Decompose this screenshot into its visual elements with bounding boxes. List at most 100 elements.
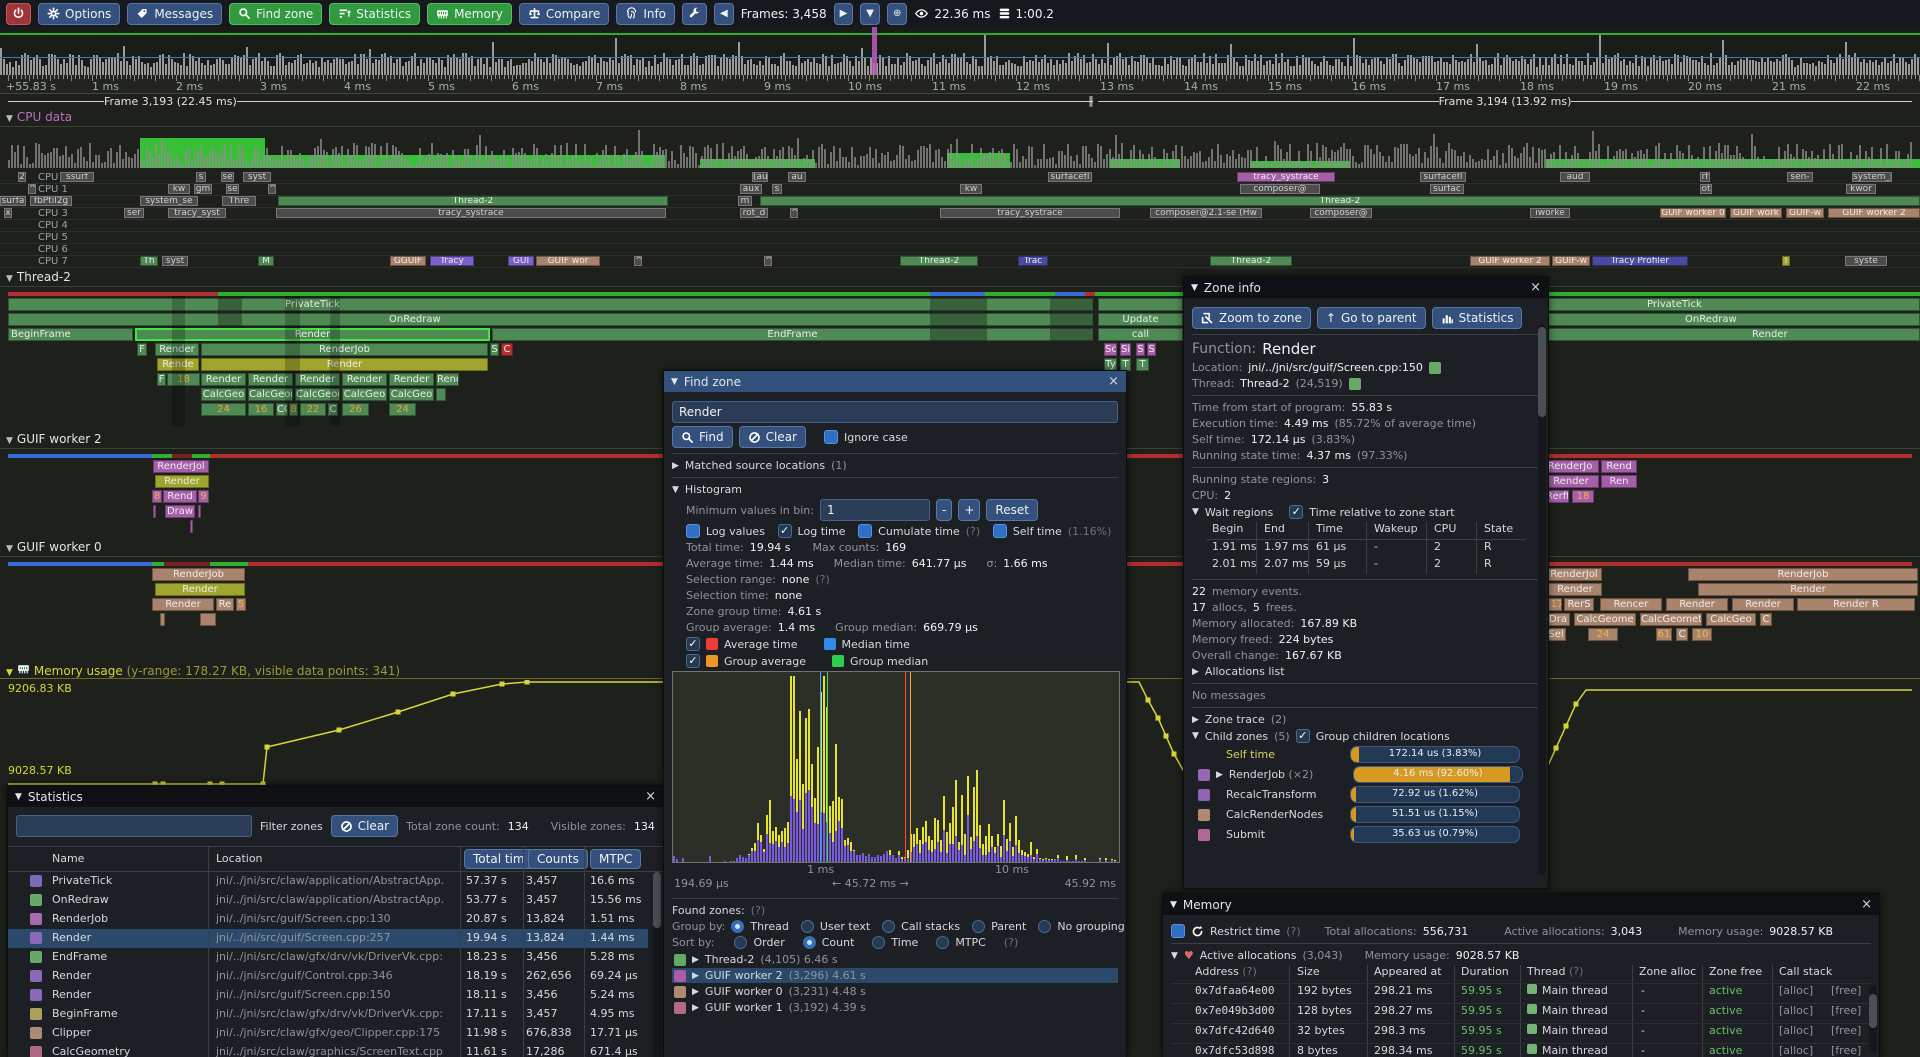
groupby-call-stacks[interactable] (882, 920, 895, 933)
cpu-zone[interactable]: syst (162, 256, 188, 266)
timeline-zone-22[interactable]: 22 (300, 403, 326, 416)
timeline-zone-t[interactable]: T (1136, 358, 1149, 371)
timeline-zone-privatetick[interactable]: PrivateTick (1546, 298, 1920, 311)
cpu-zone[interactable]: m (738, 196, 752, 206)
timeline-zone-26[interactable]: 26 (342, 403, 369, 416)
timeline-zone-unnamed[interactable] (198, 505, 201, 518)
timeline-zone-re[interactable]: Re (216, 598, 234, 611)
timeline-zone-dra[interactable]: Dra (1546, 613, 1570, 626)
find-button[interactable]: Find (672, 426, 733, 448)
timeline-zone-render[interactable]: Render (1543, 475, 1599, 488)
col-counts[interactable]: Counts (528, 849, 588, 869)
timeline-zone-61[interactable]: 61 (1656, 628, 1672, 641)
timeline-zone-render-r[interactable]: Render R (1797, 598, 1915, 611)
timeline-zone-renderjob[interactable]: RenderJob (1688, 568, 1918, 581)
clear-filter-button[interactable]: Clear (331, 815, 398, 837)
child-zone-renderjob[interactable]: ▶RenderJob (×2)4.16 ms (92.60%) (1198, 766, 1540, 783)
options-button[interactable]: Options (38, 3, 120, 25)
timeline-zone-unnamed[interactable] (218, 298, 242, 311)
memory-usage-section-header[interactable]: ▼Memory usage (y-range: 178.27 KB, visib… (6, 662, 400, 678)
messages-button[interactable]: Messages (127, 3, 222, 25)
timeline-zone-render[interactable]: Render (1732, 598, 1794, 611)
restrict-time-checkbox[interactable] (1171, 924, 1185, 938)
cpu-zone[interactable]: tracy_systrace (1237, 172, 1335, 182)
timeline-zone-unnamed[interactable] (1050, 313, 1092, 326)
find-zone-histogram[interactable] (672, 671, 1120, 863)
sortby-mtpc[interactable] (936, 936, 949, 949)
close-icon[interactable]: × (1108, 374, 1119, 389)
child-zone-submit[interactable]: Submit35.63 us (0.79%) (1198, 826, 1540, 843)
statistics-row-privatetick[interactable]: PrivateTickjni/../jni/src/claw/applicati… (8, 872, 648, 891)
find-zone-window-titlebar[interactable]: ▼Find zone× (664, 371, 1126, 392)
cpu-zone[interactable]: kw (960, 184, 982, 194)
cpu-zone[interactable]: GUIF-w (1552, 256, 1590, 266)
cpu-zone[interactable]: kwor (1846, 184, 1876, 194)
cpu-zone[interactable]: tracy_syst (168, 208, 226, 218)
cpu-zone[interactable]: s (772, 184, 782, 194)
legend-checkbox[interactable]: ✓ (686, 637, 700, 651)
cpu-zone[interactable]: GUIF-w (1786, 208, 1824, 218)
timeline-zone-renderjob[interactable]: RenderJob (152, 568, 245, 581)
cpu-zone[interactable]: ^ (764, 256, 772, 266)
timeline-zone-call[interactable]: call (1098, 328, 1183, 341)
cpu-zone[interactable]: Thread-2 (1210, 256, 1292, 266)
cpu-zone[interactable]: surfacefl (1420, 172, 1466, 182)
timeline-zone-f[interactable]: F (137, 343, 147, 356)
timeline-zone-calcgeo[interactable]: CalcGeo (342, 388, 387, 401)
statistics-button[interactable]: Statistics (329, 3, 420, 25)
cpu-zone[interactable]: Thread-2 (278, 196, 668, 206)
timeline-zone-rend[interactable]: Rend (163, 490, 197, 503)
timeline-zone-sel[interactable]: Sel (1546, 628, 1566, 641)
cpu-zone[interactable]: surfa (0, 196, 26, 206)
cpu-zone[interactable]: Thread-2 (760, 196, 1920, 206)
tools-button[interactable] (682, 3, 707, 25)
compare-button[interactable]: Compare (519, 3, 609, 25)
cpu-zone[interactable]: au (788, 172, 806, 182)
timeline-zone-c[interactable]: C (1676, 628, 1688, 641)
cpu-zone[interactable]: Trac (1018, 256, 1048, 266)
timeline-zone-calcgeo[interactable]: CalcGeo (389, 388, 434, 401)
timeline-zone-render[interactable]: Render (389, 373, 434, 386)
check-log-values[interactable] (686, 524, 700, 538)
allocation-row[interactable]: 0x7dfaa64e00192 bytes298.21 ms59.95 sMai… (1171, 983, 1871, 1003)
statistics-row-beginframe[interactable]: BeginFramejni/../jni/src/claw/gfx/drv/vk… (8, 1005, 648, 1024)
check-log-time[interactable]: ✓ (778, 524, 792, 538)
frame-time-graph[interactable] (0, 27, 1920, 75)
sortby-time[interactable] (872, 936, 885, 949)
cpu-zone[interactable]: ^ (634, 256, 642, 266)
timeline-zone-calcgeome[interactable]: CalcGeome (1574, 613, 1636, 626)
col-name[interactable]: Name (52, 852, 84, 865)
timeline-zone-beginframe[interactable]: BeginFrame (8, 328, 133, 341)
info-button[interactable]: Info (616, 3, 675, 25)
timeline-zone-18[interactable]: 18 (1572, 490, 1594, 503)
cpu-zone[interactable]: GUI (508, 256, 534, 266)
child-zone-recalctransform[interactable]: RecalcTransform72.92 us (1.62%) (1198, 786, 1540, 803)
cpu-zone[interactable]: rf (1700, 172, 1710, 182)
timeline-zone-renderjol[interactable]: RenderJol (153, 460, 209, 473)
cpu-zone[interactable]: aud (1560, 172, 1590, 182)
cpu-zone[interactable]: ^ (28, 184, 36, 194)
next-frame-button[interactable]: ▶ (834, 3, 854, 25)
ignore-case-checkbox[interactable] (824, 430, 838, 444)
timeline-zone-unnamed[interactable] (153, 505, 156, 518)
frame-dropdown-button[interactable]: ▼ (860, 3, 880, 25)
statistics-button[interactable]: Statistics (1432, 307, 1523, 329)
timeline-zone-render[interactable]: Render (201, 373, 246, 386)
timeline-zone-unnamed[interactable] (930, 313, 987, 326)
cpu-zone[interactable]: GUIF worker 0 (1660, 208, 1726, 218)
timeline-zone-unnamed[interactable] (436, 388, 446, 401)
statistics-row-render[interactable]: Renderjni/../jni/src/guif/Screen.cpp:150… (8, 986, 648, 1005)
min-bin-input[interactable]: 1 (820, 499, 930, 521)
cpu-zone[interactable]: GUIF wor (536, 256, 600, 266)
search-input[interactable]: Render (672, 401, 1118, 423)
cpu-zone[interactable]: GGUIF (390, 256, 426, 266)
cpu-zone[interactable]: syste (1845, 256, 1887, 266)
clear-button[interactable]: Clear (739, 426, 806, 448)
cpu-zone[interactable]: Thread-2 (900, 256, 978, 266)
timeline-zone-render[interactable]: Render (135, 328, 490, 341)
cpu-zone[interactable]: syst (243, 172, 271, 182)
filter-zones-input[interactable] (16, 815, 252, 837)
close-icon[interactable]: × (645, 789, 656, 804)
timeline-zone-unnamed[interactable] (930, 328, 987, 341)
timeline-zone-5[interactable]: 5 (236, 598, 246, 611)
